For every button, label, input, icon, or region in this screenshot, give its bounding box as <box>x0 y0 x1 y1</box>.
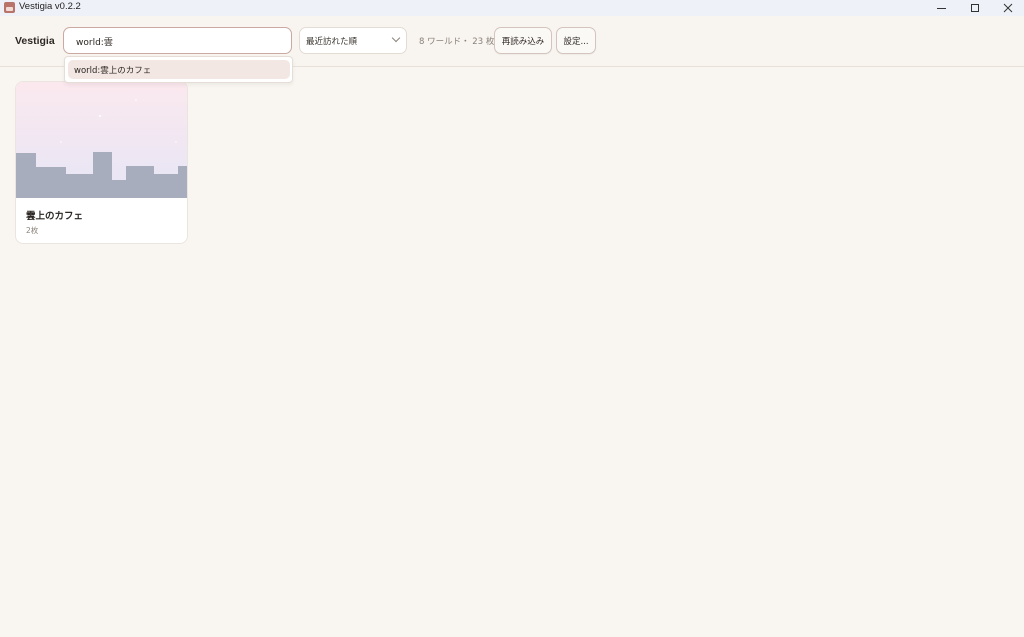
brand-label: Vestigia <box>15 35 55 47</box>
close-button[interactable] <box>991 0 1024 16</box>
sort-select[interactable]: 最近訪れた順 <box>299 27 407 54</box>
maximize-button[interactable] <box>958 0 992 16</box>
minimize-icon <box>936 7 946 9</box>
sort-selected-label: 最近訪れた順 <box>306 37 358 47</box>
card-photo-count: 2枚 <box>26 226 39 235</box>
maximize-icon <box>971 4 979 12</box>
reload-button[interactable]: 再読み込み <box>494 27 552 54</box>
settings-button[interactable]: 設定... <box>556 27 596 54</box>
minimize-button[interactable] <box>924 0 958 16</box>
window-title: Vestigia v0.2.2 <box>19 1 81 12</box>
chevron-down-icon <box>391 33 401 43</box>
title-bar: Vestigia v0.2.2 <box>0 0 1024 16</box>
stats-text: 8 ワールド・ 23 枚 <box>419 37 495 47</box>
world-card[interactable]: 雲上のカフェ 2枚 <box>15 81 188 244</box>
search-input[interactable] <box>76 34 276 48</box>
app-icon <box>4 2 15 13</box>
close-icon <box>1003 3 1013 13</box>
search-suggestions: world:雲上のカフェ <box>64 56 293 83</box>
world-thumbnail <box>16 82 187 198</box>
card-title: 雲上のカフェ <box>26 211 84 222</box>
suggestion-label: world:雲上のカフェ <box>74 66 152 76</box>
search-box[interactable] <box>63 27 292 54</box>
suggestion-item[interactable]: world:雲上のカフェ <box>68 60 290 79</box>
